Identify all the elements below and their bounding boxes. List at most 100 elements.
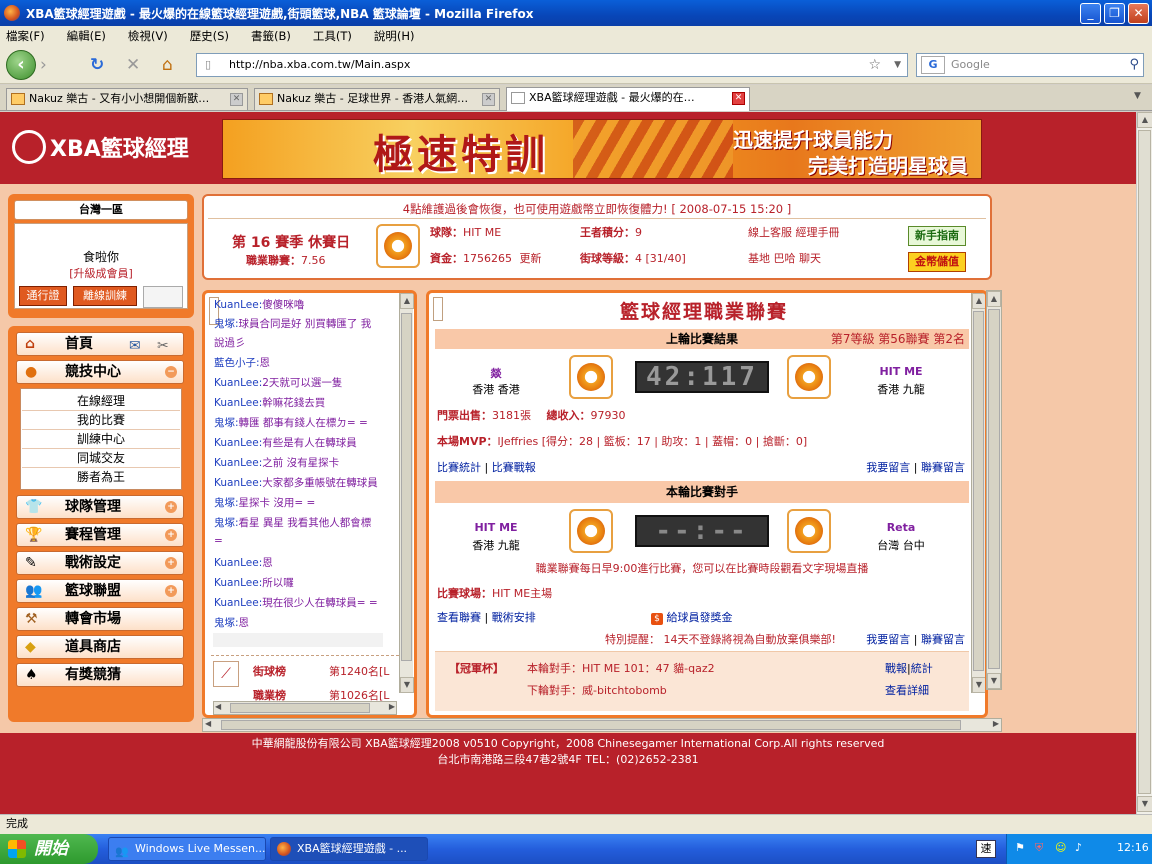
menu-bookmarks[interactable]: 書籤(B) <box>251 28 291 44</box>
maximize-button[interactable]: ❐ <box>1104 3 1125 24</box>
panel-handle[interactable] <box>433 297 443 321</box>
collapse-icon[interactable]: − <box>165 366 177 378</box>
scroll-left-icon[interactable]: ◀ <box>215 702 221 711</box>
submenu-training-center[interactable]: 訓練中心 <box>22 430 180 449</box>
cup-details-link[interactable]: 查看詳細 <box>885 682 929 698</box>
next-home-logo-icon[interactable] <box>569 509 613 553</box>
leave-comment-link[interactable]: 我要留言 <box>866 633 910 646</box>
home-team-name[interactable]: 燚 <box>435 365 557 381</box>
street-rank-value[interactable]: 第1240名[L <box>329 663 389 679</box>
newbie-guide-button[interactable]: 新手指南 <box>908 226 966 246</box>
chat-hscrollbar[interactable]: ◀ ▶ <box>213 701 397 715</box>
tab-list-icon[interactable]: ▼ <box>1134 91 1148 105</box>
forward-button[interactable]: › <box>40 56 47 74</box>
stop-button[interactable]: ✕ <box>126 56 140 74</box>
home-menu-button[interactable]: ⌂ 首頁 ✉ ✂ <box>16 332 184 356</box>
main-scrollbar[interactable]: ▲ ▼ <box>971 293 985 693</box>
pass-button[interactable]: 通行證 <box>19 286 67 306</box>
tab-close-icon[interactable]: ✕ <box>230 93 243 106</box>
scroll-thumb[interactable] <box>973 311 984 671</box>
chat-input[interactable] <box>213 633 383 647</box>
chat-scrollbar[interactable]: ▲ ▼ <box>399 293 414 693</box>
star-icon[interactable]: ☆ <box>868 54 881 76</box>
minimize-button[interactable]: _ <box>1080 3 1101 24</box>
reload-button[interactable]: ↻ <box>90 56 104 74</box>
next-away-team[interactable]: Reta <box>839 521 963 534</box>
frame-hscrollbar[interactable]: ◀ ▶ <box>202 718 1002 732</box>
search-input[interactable]: G Google ⚲ <box>916 53 1144 77</box>
submenu-local-friends[interactable]: 同城交友 <box>22 449 180 468</box>
scroll-up-icon[interactable]: ▲ <box>400 293 414 309</box>
tab-nakuz-2[interactable]: Nakuz 樂古 - 足球世界 - 香港人氣網… ✕ <box>254 88 500 110</box>
submenu-winner[interactable]: 勝者為王 <box>22 468 180 487</box>
msn-tray-icon[interactable]: ☺ <box>1055 841 1066 854</box>
volume-icon[interactable]: ♪ <box>1075 841 1082 854</box>
menu-edit[interactable]: 編輯(E) <box>67 28 106 44</box>
network-icon[interactable]: ⚑ <box>1015 841 1025 854</box>
bonus-link[interactable]: 給球員發獎金 <box>667 611 733 624</box>
scroll-down-icon[interactable]: ▼ <box>400 677 414 693</box>
tab-xba[interactable]: XBA籃球經理遊戲 - 最火爆的在… ✕ <box>506 87 750 111</box>
scroll-thumb[interactable] <box>401 313 412 661</box>
expand-icon[interactable]: + <box>165 501 177 513</box>
upgrade-link[interactable]: [升級成會員] <box>15 265 187 281</box>
promo-banner[interactable]: 極速特訓 迅速提升球員能力 完美打造明星球員 <box>222 119 982 179</box>
scroll-up-icon[interactable]: ▲ <box>987 291 1001 307</box>
expand-icon[interactable]: + <box>165 529 177 541</box>
menu-history[interactable]: 歷史(S) <box>190 28 229 44</box>
league-comment-link[interactable]: 聯賽留言 <box>921 461 965 474</box>
google-icon[interactable]: G <box>921 56 945 74</box>
frame-scrollbar[interactable]: ▲ ▼ <box>986 290 1002 690</box>
scroll-down-icon[interactable]: ▼ <box>987 673 1001 689</box>
cash-update-link[interactable]: 更新 <box>520 252 542 265</box>
menu-help[interactable]: 說明(H) <box>374 28 415 44</box>
scroll-right-icon[interactable]: ▶ <box>993 719 999 728</box>
base-links[interactable]: 基地 巴哈 聊天 <box>748 250 821 266</box>
scroll-up-icon[interactable]: ▲ <box>1137 112 1152 128</box>
tactics-link[interactable]: 戰術安排 <box>492 611 536 624</box>
tools-icon[interactable]: ✂ <box>157 335 169 357</box>
site-logo[interactable]: XBA籃球經理 <box>12 130 189 164</box>
back-button[interactable]: ‹ <box>6 50 36 80</box>
search-icon[interactable]: ⚲ <box>1129 54 1139 76</box>
team-logo-icon[interactable] <box>376 224 420 268</box>
gold-topup-button[interactable]: 金幣儲值 <box>908 252 966 272</box>
url-bar[interactable]: ▯ http://nba.xba.com.tw/Main.aspx ☆ ▼ <box>196 53 908 77</box>
away-team-name[interactable]: HIT ME <box>839 365 963 378</box>
tab-nakuz-1[interactable]: Nakuz 樂古 - 又有小小想開個新獸… ✕ <box>6 88 248 110</box>
arena-menu-button[interactable]: ● 競技中心 − <box>16 360 184 384</box>
scroll-thumb[interactable] <box>988 309 1000 669</box>
menu-tools[interactable]: 工具(T) <box>313 28 352 44</box>
match-stats-link[interactable]: 比賽統計 <box>437 461 481 474</box>
menu-file[interactable]: 檔案(F) <box>6 28 45 44</box>
away-team-logo-icon[interactable] <box>787 355 831 399</box>
shield-icon[interactable]: ⛨ <box>1035 841 1043 855</box>
team-management-button[interactable]: 👕 球隊管理 + <box>16 495 184 519</box>
tactics-button[interactable]: ✎ 戰術設定 + <box>16 551 184 575</box>
transfer-market-button[interactable]: ⚒ 轉會市場 <box>16 607 184 631</box>
cup-report-link[interactable]: 戰報 <box>885 662 907 675</box>
expand-icon[interactable]: + <box>165 557 177 569</box>
service-links[interactable]: 線上客服 經理手冊 <box>748 224 840 240</box>
ime-icon[interactable]: 速 <box>976 840 996 858</box>
home-icon[interactable]: ⌂ <box>162 56 173 74</box>
start-button[interactable]: 開始 <box>0 834 98 864</box>
home-team-logo-icon[interactable] <box>569 355 613 399</box>
next-away-logo-icon[interactable] <box>787 509 831 553</box>
scroll-thumb[interactable] <box>230 703 370 713</box>
item-shop-button[interactable]: ◆ 道具商店 <box>16 635 184 659</box>
league-comment-link[interactable]: 聯賽留言 <box>921 633 965 646</box>
expand-icon[interactable]: + <box>165 585 177 597</box>
match-report-link[interactable]: 比賽戰報 <box>492 461 536 474</box>
tab-close-icon[interactable]: ✕ <box>482 93 495 106</box>
scroll-left-icon[interactable]: ◀ <box>205 719 211 728</box>
mail-icon[interactable]: ✉ <box>129 335 141 357</box>
schedule-management-button[interactable]: 🏆 賽程管理 + <box>16 523 184 547</box>
task-firefox[interactable]: XBA籃球經理遊戲 - ... <box>270 837 428 861</box>
view-league-link[interactable]: 查看聯賽 <box>437 611 481 624</box>
submenu-my-matches[interactable]: 我的比賽 <box>22 411 180 430</box>
menu-view[interactable]: 檢視(V) <box>128 28 168 44</box>
prize-quiz-button[interactable]: ♠ 有獎競猜 <box>16 663 184 687</box>
scroll-right-icon[interactable]: ▶ <box>389 702 395 711</box>
submenu-online-manager[interactable]: 在線經理 <box>22 392 180 411</box>
